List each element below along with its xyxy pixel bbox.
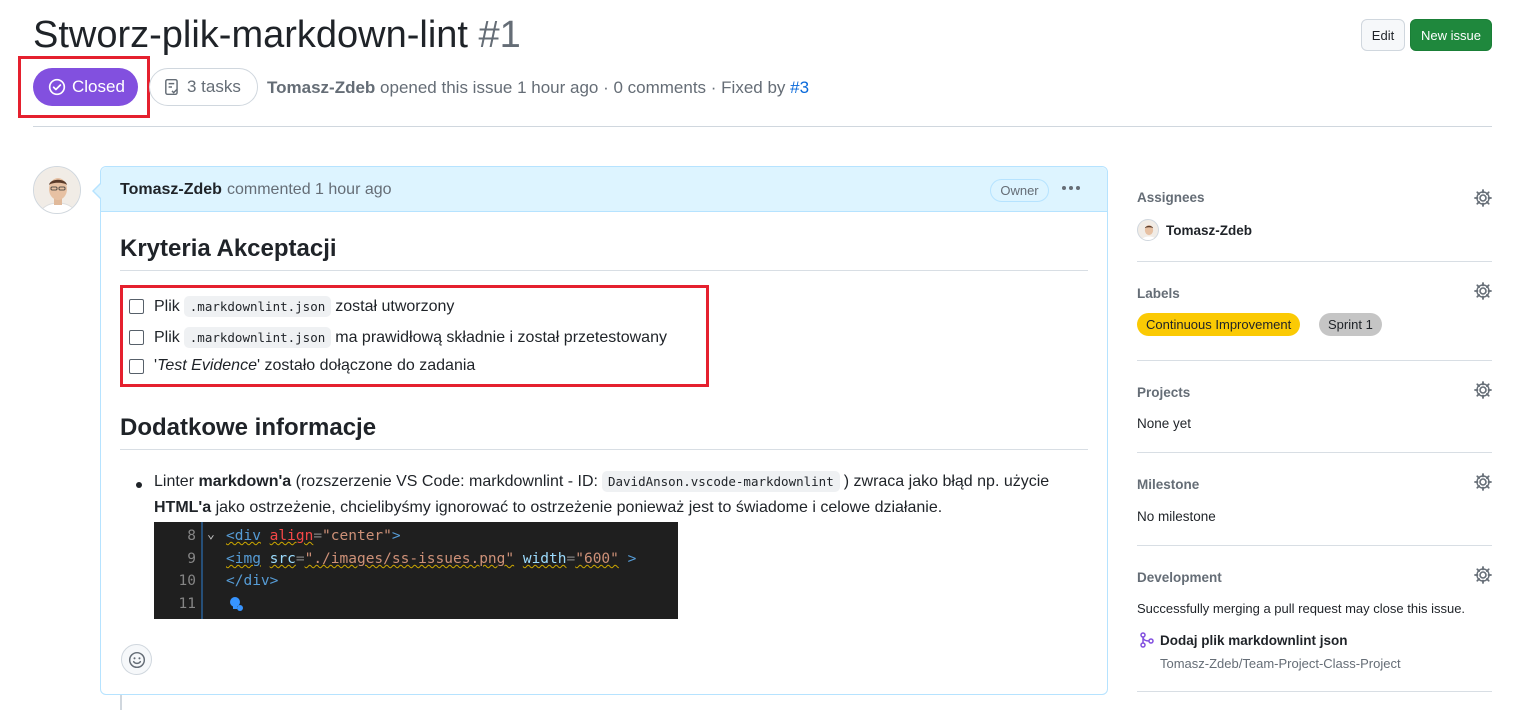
tasks-badge[interactable]: 3 tasks: [149, 68, 258, 106]
tasklist-icon: [165, 78, 178, 96]
code-line: </div>: [226, 573, 279, 589]
user-avatar-icon: [1141, 225, 1157, 240]
inline-code: DavidAnson.vscode-markdownlint: [601, 471, 840, 492]
heading-kryteria: Kryteria Akceptacji: [120, 235, 337, 262]
label-continuous-improvement[interactable]: Continuous Improvement: [1137, 313, 1301, 336]
fixed-by-link[interactable]: #3: [790, 78, 809, 97]
code-screenshot: 8 ⌄ <div align="center"> 9 <img src="./i…: [154, 522, 678, 619]
linked-pr-title[interactable]: Dodaj plik markdownlint json: [1160, 633, 1348, 648]
sidebar-divider: [1137, 691, 1492, 692]
sidebar-divider: [1137, 261, 1492, 262]
lightbulb-icon: [230, 597, 243, 611]
gear-icon[interactable]: [1473, 188, 1493, 208]
text: (rozszerzenie VS Code: markdownlint - ID…: [291, 473, 598, 490]
task-code: .markdownlint.json: [183, 327, 332, 348]
issue-meta: Tomasz-Zdeb opened this issue 1 hour ago…: [267, 78, 809, 98]
task-text: Plik: [154, 297, 180, 315]
projects-value: None yet: [1137, 416, 1192, 431]
task-text: ma prawidłową składnie i został przetest…: [335, 328, 667, 346]
sidebar-heading-projects[interactable]: Projects: [1137, 385, 1190, 400]
linked-pr-repo[interactable]: Tomasz-Zdeb/Team-Project-Class-Project: [1160, 656, 1401, 671]
heading-divider: [120, 449, 1088, 450]
gear-icon[interactable]: [1473, 565, 1493, 585]
comment-author-link[interactable]: Tomasz-Zdeb: [120, 181, 222, 199]
gear-icon[interactable]: [1473, 472, 1493, 492]
sidebar-divider: [1137, 360, 1492, 361]
new-issue-button[interactable]: New issue: [1410, 19, 1492, 51]
issue-title: Stworz-plik-markdown-lint #1: [33, 14, 521, 57]
list-item-line2: HTML'a jako ostrzeżenie, chcielibyśmy ig…: [154, 499, 942, 517]
fold-chevron-icon: ⌄: [207, 527, 215, 542]
git-merge-icon: [1140, 632, 1154, 648]
comment-time[interactable]: commented 1 hour ago: [227, 181, 392, 199]
task-item: Plik .markdownlint.json został utworzony: [129, 296, 454, 317]
edit-button[interactable]: Edit: [1361, 19, 1405, 51]
line-number: 10: [178, 573, 196, 589]
owner-badge: Owner: [990, 179, 1049, 202]
line-number: 11: [178, 596, 196, 612]
task-text: Plik: [154, 328, 180, 346]
code-line: <img src="./images/ss-issues.png" width=…: [226, 551, 637, 567]
task-checkbox[interactable]: [129, 299, 144, 314]
gear-icon[interactable]: [1473, 281, 1493, 301]
text: ) zwraca jako błąd np. użycie: [843, 473, 1050, 490]
status-label: Closed: [72, 77, 125, 96]
sidebar-heading-development[interactable]: Development: [1137, 570, 1222, 585]
comment-arrow-inner: [94, 184, 101, 198]
text: jako ostrzeżenie, chcielibyśmy ignorować…: [211, 499, 943, 516]
tasks-label: 3 tasks: [187, 77, 241, 96]
avatar[interactable]: [33, 166, 81, 214]
sidebar-heading-labels[interactable]: Labels: [1137, 286, 1180, 301]
sidebar-heading-assignees[interactable]: Assignees: [1137, 190, 1205, 205]
header-divider: [33, 126, 1492, 127]
timeline-line: [120, 695, 122, 710]
list-bullet: [136, 482, 142, 488]
task-text: został utworzony: [335, 297, 455, 315]
heading-dodatkowe: Dodatkowe informacje: [120, 414, 377, 441]
label-sprint-1[interactable]: Sprint 1: [1319, 313, 1382, 336]
text: Linter: [154, 473, 199, 490]
assignee-avatar[interactable]: [1137, 219, 1159, 241]
issue-number: #1: [478, 14, 521, 56]
issue-author-link[interactable]: Tomasz-Zdeb: [267, 78, 375, 97]
add-reaction-button[interactable]: [121, 644, 152, 675]
issue-meta-text: opened this issue 1 hour ago · 0 comment…: [375, 78, 791, 97]
check-circle-icon: [48, 78, 66, 96]
status-badge: Closed: [33, 68, 138, 106]
issue-title-text: Stworz-plik-markdown-lint: [33, 14, 468, 56]
code-line: <div align="center">: [226, 528, 401, 544]
smiley-icon: [128, 651, 145, 668]
kebab-menu-icon[interactable]: [1062, 186, 1080, 190]
assignee-name[interactable]: Tomasz-Zdeb: [1166, 223, 1252, 238]
sidebar-heading-milestone[interactable]: Milestone: [1137, 477, 1199, 492]
sidebar-divider: [1137, 545, 1492, 546]
heading-divider: [120, 270, 1088, 271]
task-checkbox[interactable]: [129, 330, 144, 345]
task-checkbox[interactable]: [129, 358, 144, 374]
user-avatar-icon: [34, 167, 80, 213]
task-item: Plik .markdownlint.json ma prawidłową skła…: [129, 327, 667, 348]
task-emphasis: Test Evidence: [157, 357, 257, 374]
bold-text: HTML'a: [154, 499, 212, 516]
task-text: ' zostało dołączone do zadania: [256, 357, 476, 374]
task-item: ' Test Evidence ' zostało dołączone do zad…: [129, 357, 475, 375]
sidebar-divider: [1137, 452, 1492, 453]
gear-icon[interactable]: [1473, 380, 1493, 400]
task-code: .markdownlint.json: [183, 296, 332, 317]
line-number: 9: [187, 551, 196, 567]
bold-text: markdown'a: [198, 473, 292, 490]
development-note: Successfully merging a pull request may …: [1137, 601, 1466, 616]
milestone-value: No milestone: [1137, 509, 1216, 524]
list-item-line1: Linter markdown'a (rozszerzenie VS Code:…: [154, 471, 1050, 492]
line-number: 8: [187, 528, 196, 544]
